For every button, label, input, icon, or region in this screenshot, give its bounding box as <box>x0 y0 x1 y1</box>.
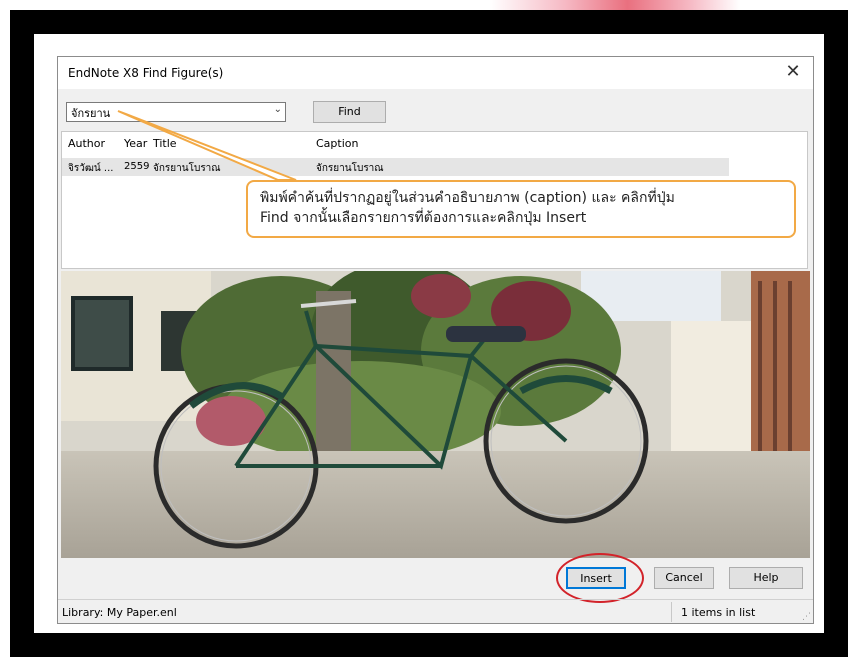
cancel-button[interactable]: Cancel <box>654 567 714 589</box>
callout-line-1: พิมพ์คำค้นที่ปรากฏอยู่ในส่วนคำอธิบายภาพ … <box>260 190 675 206</box>
insert-button[interactable]: Insert <box>566 567 626 589</box>
resize-grip-icon[interactable]: ⋰ <box>802 612 811 622</box>
instruction-callout: พิมพ์คำค้นที่ปรากฏอยู่ในส่วนคำอธิบายภาพ … <box>246 180 796 238</box>
status-item-count: 1 items in list <box>681 606 756 619</box>
figure-preview-image <box>61 271 810 558</box>
find-figures-dialog: EndNote X8 Find Figure(s) ✕ ⌄ Find Autho… <box>57 56 814 624</box>
status-library: Library: My Paper.enl <box>62 606 177 619</box>
status-divider <box>671 602 672 622</box>
status-bar: Library: My Paper.enl 1 items in list ⋰ <box>58 599 813 624</box>
help-button[interactable]: Help <box>729 567 803 589</box>
callout-line-2: Find จากนั้นเลือกรายการที่ต้องการและคลิก… <box>260 210 587 226</box>
